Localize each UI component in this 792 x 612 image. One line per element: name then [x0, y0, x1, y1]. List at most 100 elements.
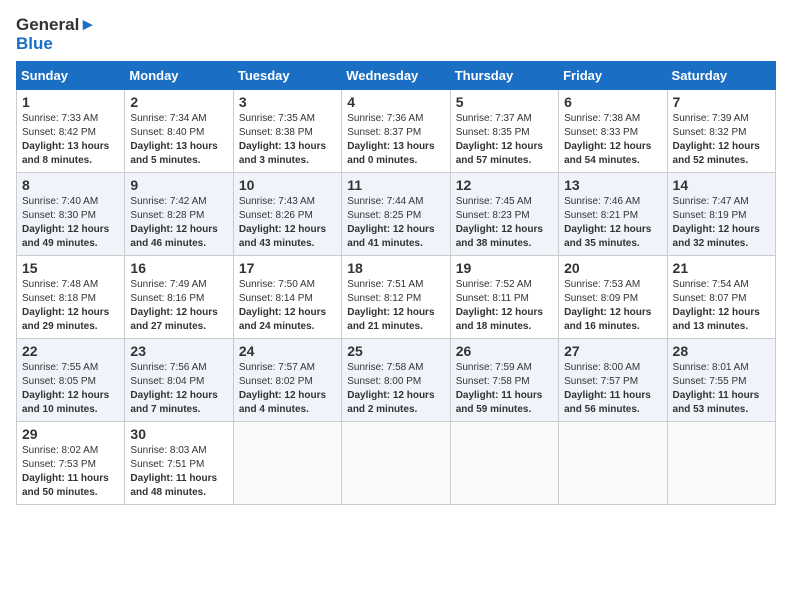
- calendar-cell: 9Sunrise: 7:42 AMSunset: 8:28 PMDaylight…: [125, 173, 233, 256]
- day-number: 28: [673, 343, 770, 359]
- day-number: 6: [564, 94, 661, 110]
- day-number: 11: [347, 177, 444, 193]
- day-info: Sunrise: 7:55 AMSunset: 8:05 PMDaylight:…: [22, 361, 119, 417]
- day-number: 25: [347, 343, 444, 359]
- calendar-cell: 3 Sunrise: 7:35 AMSunset: 8:38 PMDaylight…: [233, 90, 341, 173]
- day-info: Sunrise: 7:48 AMSunset: 8:18 PMDaylight:…: [22, 278, 119, 334]
- calendar-cell: 19Sunrise: 7:52 AMSunset: 8:11 PMDayligh…: [450, 256, 558, 339]
- calendar-cell: [233, 422, 341, 505]
- calendar-cell: 6 Sunrise: 7:38 AMSunset: 8:33 PMDaylight…: [559, 90, 667, 173]
- page-header: General► Blue: [16, 16, 776, 53]
- day-number: 15: [22, 260, 119, 276]
- weekday-wednesday: Wednesday: [342, 62, 450, 90]
- day-info: Sunrise: 7:45 AMSunset: 8:23 PMDaylight:…: [456, 195, 553, 251]
- weekday-monday: Monday: [125, 62, 233, 90]
- calendar-cell: 4 Sunrise: 7:36 AMSunset: 8:37 PMDaylight…: [342, 90, 450, 173]
- week-row-2: 8 Sunrise: 7:40 AMSunset: 8:30 PMDaylight…: [17, 173, 776, 256]
- day-info: Sunrise: 7:57 AMSunset: 8:02 PMDaylight:…: [239, 361, 336, 417]
- calendar-cell: [559, 422, 667, 505]
- day-number: 10: [239, 177, 336, 193]
- calendar-cell: 27 Sunrise: 8:00 AMSunset: 7:57 PMDayligh…: [559, 339, 667, 422]
- calendar-cell: 17 Sunrise: 7:50 AMSunset: 8:14 PMDayligh…: [233, 256, 341, 339]
- day-info: Sunrise: 8:00 AMSunset: 7:57 PMDaylight:…: [564, 361, 661, 417]
- calendar-cell: 13Sunrise: 7:46 AMSunset: 8:21 PMDayligh…: [559, 173, 667, 256]
- day-number: 12: [456, 177, 553, 193]
- day-number: 4: [347, 94, 444, 110]
- day-number: 17: [239, 260, 336, 276]
- day-info: Sunrise: 7:37 AMSunset: 8:35 PMDaylight:…: [456, 112, 553, 168]
- week-row-1: 1 Sunrise: 7:33 AMSunset: 8:42 PMDaylight…: [17, 90, 776, 173]
- calendar-table: SundayMondayTuesdayWednesdayThursdayFrid…: [16, 61, 776, 505]
- calendar-cell: 7 Sunrise: 7:39 AMSunset: 8:32 PMDaylight…: [667, 90, 775, 173]
- day-info: Sunrise: 7:34 AMSunset: 8:40 PMDaylight:…: [130, 112, 227, 168]
- day-number: 27: [564, 343, 661, 359]
- calendar-cell: 8 Sunrise: 7:40 AMSunset: 8:30 PMDaylight…: [17, 173, 125, 256]
- day-number: 30: [130, 426, 227, 442]
- day-number: 20: [564, 260, 661, 276]
- calendar-cell: 16 Sunrise: 7:49 AMSunset: 8:16 PMDayligh…: [125, 256, 233, 339]
- day-number: 7: [673, 94, 770, 110]
- day-info: Sunrise: 7:35 AMSunset: 8:38 PMDaylight:…: [239, 112, 336, 168]
- day-number: 22: [22, 343, 119, 359]
- day-info: Sunrise: 7:33 AMSunset: 8:42 PMDaylight:…: [22, 112, 119, 168]
- day-info: Sunrise: 7:44 AMSunset: 8:25 PMDaylight:…: [347, 195, 444, 251]
- calendar-cell: 30 Sunrise: 8:03 AMSunset: 7:51 PMDayligh…: [125, 422, 233, 505]
- calendar-cell: [450, 422, 558, 505]
- calendar-cell: [667, 422, 775, 505]
- day-info: Sunrise: 7:40 AMSunset: 8:30 PMDaylight:…: [22, 195, 119, 251]
- day-info: Sunrise: 7:56 AMSunset: 8:04 PMDaylight:…: [130, 361, 227, 417]
- calendar-cell: 22 Sunrise: 7:55 AMSunset: 8:05 PMDayligh…: [17, 339, 125, 422]
- day-number: 26: [456, 343, 553, 359]
- calendar-body: 1 Sunrise: 7:33 AMSunset: 8:42 PMDaylight…: [17, 90, 776, 505]
- calendar-cell: 24 Sunrise: 7:57 AMSunset: 8:02 PMDayligh…: [233, 339, 341, 422]
- day-number: 8: [22, 177, 119, 193]
- calendar-cell: 15 Sunrise: 7:48 AMSunset: 8:18 PMDayligh…: [17, 256, 125, 339]
- day-info: Sunrise: 8:01 AMSunset: 7:55 PMDaylight:…: [673, 361, 770, 417]
- day-info: Sunrise: 7:59 AMSunset: 7:58 PMDaylight:…: [456, 361, 553, 417]
- calendar-cell: 14 Sunrise: 7:47 AMSunset: 8:19 PMDayligh…: [667, 173, 775, 256]
- day-info: Sunrise: 7:39 AMSunset: 8:32 PMDaylight:…: [673, 112, 770, 168]
- day-number: 1: [22, 94, 119, 110]
- day-info: Sunrise: 7:36 AMSunset: 8:37 PMDaylight:…: [347, 112, 444, 168]
- day-number: 5: [456, 94, 553, 110]
- logo: General► Blue: [16, 16, 96, 53]
- day-number: 14: [673, 177, 770, 193]
- calendar-cell: 29Sunrise: 8:02 AMSunset: 7:53 PMDayligh…: [17, 422, 125, 505]
- calendar-cell: 20 Sunrise: 7:53 AMSunset: 8:09 PMDayligh…: [559, 256, 667, 339]
- day-number: 24: [239, 343, 336, 359]
- day-info: Sunrise: 7:54 AMSunset: 8:07 PMDaylight:…: [673, 278, 770, 334]
- weekday-header-row: SundayMondayTuesdayWednesdayThursdayFrid…: [17, 62, 776, 90]
- day-info: Sunrise: 7:51 AMSunset: 8:12 PMDaylight:…: [347, 278, 444, 334]
- day-info: Sunrise: 7:42 AMSunset: 8:28 PMDaylight:…: [130, 195, 227, 251]
- week-row-3: 15 Sunrise: 7:48 AMSunset: 8:18 PMDayligh…: [17, 256, 776, 339]
- logo-general: General►: [16, 16, 96, 35]
- logo-blue: Blue: [16, 35, 96, 54]
- day-info: Sunrise: 7:38 AMSunset: 8:33 PMDaylight:…: [564, 112, 661, 168]
- day-number: 13: [564, 177, 661, 193]
- calendar-cell: 21 Sunrise: 7:54 AMSunset: 8:07 PMDayligh…: [667, 256, 775, 339]
- weekday-friday: Friday: [559, 62, 667, 90]
- day-info: Sunrise: 7:58 AMSunset: 8:00 PMDaylight:…: [347, 361, 444, 417]
- logo-text: General► Blue: [16, 16, 96, 53]
- calendar-cell: 1 Sunrise: 7:33 AMSunset: 8:42 PMDaylight…: [17, 90, 125, 173]
- day-info: Sunrise: 7:47 AMSunset: 8:19 PMDaylight:…: [673, 195, 770, 251]
- day-number: 23: [130, 343, 227, 359]
- day-info: Sunrise: 7:43 AMSunset: 8:26 PMDaylight:…: [239, 195, 336, 251]
- day-info: Sunrise: 8:03 AMSunset: 7:51 PMDaylight:…: [130, 444, 227, 500]
- calendar-cell: 25 Sunrise: 7:58 AMSunset: 8:00 PMDayligh…: [342, 339, 450, 422]
- calendar-cell: 26 Sunrise: 7:59 AMSunset: 7:58 PMDayligh…: [450, 339, 558, 422]
- day-info: Sunrise: 7:53 AMSunset: 8:09 PMDaylight:…: [564, 278, 661, 334]
- day-info: Sunrise: 7:50 AMSunset: 8:14 PMDaylight:…: [239, 278, 336, 334]
- day-number: 18: [347, 260, 444, 276]
- week-row-5: 29Sunrise: 8:02 AMSunset: 7:53 PMDayligh…: [17, 422, 776, 505]
- day-number: 3: [239, 94, 336, 110]
- weekday-saturday: Saturday: [667, 62, 775, 90]
- day-number: 21: [673, 260, 770, 276]
- calendar-cell: 28 Sunrise: 8:01 AMSunset: 7:55 PMDayligh…: [667, 339, 775, 422]
- calendar-cell: [342, 422, 450, 505]
- day-info: Sunrise: 8:02 AMSunset: 7:53 PMDaylight:…: [22, 444, 119, 500]
- calendar-cell: 2Sunrise: 7:34 AMSunset: 8:40 PMDaylight…: [125, 90, 233, 173]
- day-number: 16: [130, 260, 227, 276]
- day-info: Sunrise: 7:49 AMSunset: 8:16 PMDaylight:…: [130, 278, 227, 334]
- day-info: Sunrise: 7:52 AMSunset: 8:11 PMDaylight:…: [456, 278, 553, 334]
